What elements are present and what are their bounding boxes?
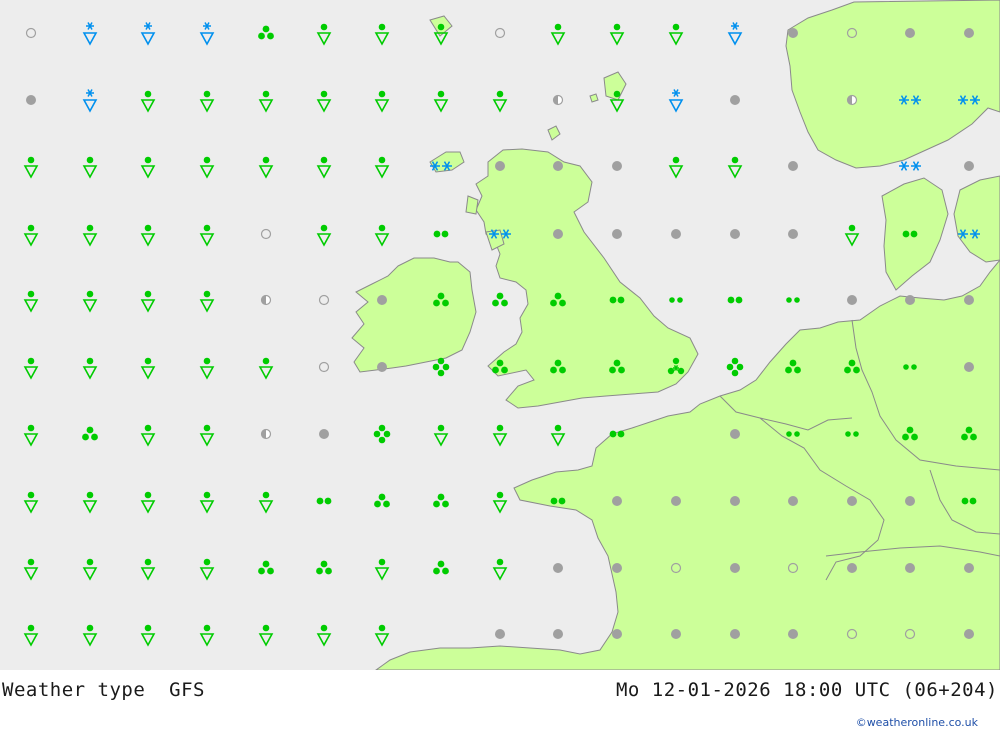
- cloud-icon: [26, 95, 36, 105]
- cloud-icon: [319, 429, 329, 439]
- cloud-icon: [847, 496, 857, 506]
- partly-cloudy-icon: [260, 428, 272, 440]
- cloud-icon: [905, 295, 915, 305]
- cloud-icon: [377, 362, 387, 372]
- cloud-icon: [905, 28, 915, 38]
- cloud-icon: [612, 629, 622, 639]
- cloud-icon: [964, 629, 974, 639]
- map-title: Weather type: [2, 679, 146, 701]
- cloud-icon: [730, 563, 740, 573]
- cloud-icon: [612, 496, 622, 506]
- cloud-icon: [905, 563, 915, 573]
- cloud-icon: [612, 563, 622, 573]
- cloud-icon: [788, 161, 798, 171]
- cloud-icon: [377, 295, 387, 305]
- forecast-datetime: Mo 12-01-2026 18:00 UTC (06+204): [615, 679, 998, 701]
- cloud-icon: [788, 229, 798, 239]
- cloud-icon: [553, 229, 563, 239]
- cloud-icon: [612, 161, 622, 171]
- cloud-icon: [730, 629, 740, 639]
- cloud-icon: [671, 229, 681, 239]
- partly-cloudy-icon: [846, 94, 858, 106]
- cloud-icon: [964, 161, 974, 171]
- cloud-icon: [495, 629, 505, 639]
- cloud-icon: [553, 161, 563, 171]
- cloud-icon: [905, 496, 915, 506]
- cloud-icon: [964, 28, 974, 38]
- cloud-icon: [730, 95, 740, 105]
- cloud-icon: [612, 229, 622, 239]
- cloud-icon: [730, 229, 740, 239]
- cloud-icon: [671, 496, 681, 506]
- cloud-icon: [495, 161, 505, 171]
- footer-title: Weather type GFS: [2, 679, 205, 701]
- partly-cloudy-icon: [260, 294, 272, 306]
- weather-map: [0, 0, 1000, 670]
- cloud-icon: [788, 629, 798, 639]
- cloud-icon: [847, 563, 857, 573]
- cloud-icon: [964, 362, 974, 372]
- cloud-icon: [553, 563, 563, 573]
- cloud-icon: [730, 496, 740, 506]
- cloud-icon: [847, 295, 857, 305]
- cloud-icon: [671, 629, 681, 639]
- credit-link[interactable]: ©weatheronline.co.uk: [856, 716, 978, 729]
- cloud-icon: [788, 496, 798, 506]
- cloud-icon: [964, 295, 974, 305]
- cloud-icon: [964, 563, 974, 573]
- cloud-icon: [553, 629, 563, 639]
- model-name: GFS: [169, 679, 205, 701]
- cloud-icon: [788, 28, 798, 38]
- cloud-icon: [730, 429, 740, 439]
- partly-cloudy-icon: [552, 94, 564, 106]
